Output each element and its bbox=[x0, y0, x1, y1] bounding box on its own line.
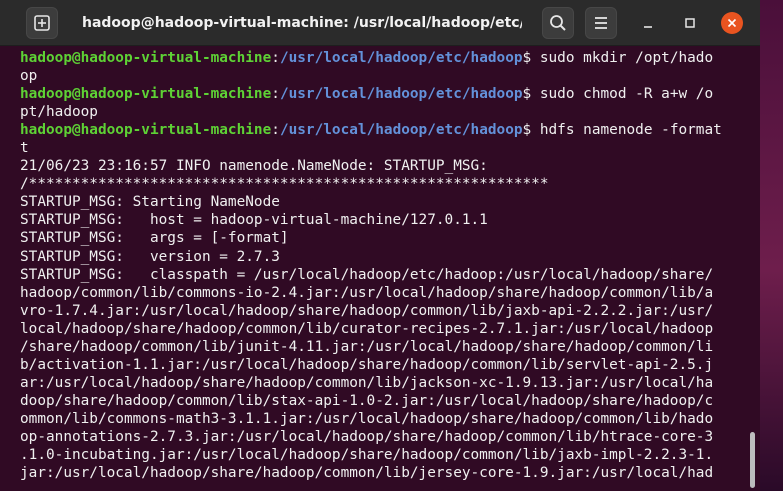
output-text: STARTUP_MSG: Starting NameNode bbox=[20, 194, 280, 211]
scrollbar-thumb[interactable] bbox=[750, 432, 755, 488]
prompt-line: hadoop@hadoop-virtual-machine:/usr/local… bbox=[20, 85, 752, 103]
prompt-user: hadoop@hadoop-virtual-machine bbox=[20, 86, 272, 103]
window-title: hadoop@hadoop-virtual-machine: /usr/loca… bbox=[82, 15, 522, 31]
output-line: ommon/lib/commons-math3-3.1.1.jar:/usr/l… bbox=[20, 410, 752, 428]
output-line: pt/hadoop bbox=[20, 103, 752, 121]
prompt-line: hadoop@hadoop-virtual-machine:/usr/local… bbox=[20, 49, 752, 67]
prompt-user: hadoop@hadoop-virtual-machine bbox=[20, 122, 272, 139]
output-line: jar:/usr/local/hadoop/share/hadoop/commo… bbox=[20, 464, 752, 482]
desktop-wallpaper bbox=[760, 0, 783, 491]
output-line: .1.0-incubating.jar:/usr/local/hadoop/sh… bbox=[20, 446, 752, 464]
search-button[interactable] bbox=[542, 7, 574, 39]
output-text: op bbox=[20, 68, 38, 85]
output-line: STARTUP_MSG: version = 2.7.3 bbox=[20, 248, 752, 266]
output-line: hadoop/common/lib/commons-io-2.4.jar:/us… bbox=[20, 284, 752, 302]
hamburger-menu-icon bbox=[595, 17, 607, 29]
output-line: local/hadoop/share/hadoop/common/lib/cur… bbox=[20, 320, 752, 338]
output-text: jar:/usr/local/hadoop/share/hadoop/commo… bbox=[20, 465, 714, 482]
output-text: pt/hadoop bbox=[20, 104, 98, 121]
prompt-path: /usr/local/hadoop/etc/hadoop bbox=[279, 50, 523, 66]
prompt-user: hadoop@hadoop-virtual-machine bbox=[20, 50, 272, 66]
output-text: STARTUP_MSG: args = [-format] bbox=[20, 230, 289, 247]
output-line: STARTUP_MSG: host = hadoop-virtual-machi… bbox=[20, 211, 752, 229]
title-bar[interactable]: hadoop@hadoop-virtual-machine: /usr/loca… bbox=[0, 0, 760, 46]
prompt-line: hadoop@hadoop-virtual-machine:/usr/local… bbox=[20, 121, 752, 139]
output-line: vro-1.7.4.jar:/usr/local/hadoop/share/ha… bbox=[20, 302, 752, 320]
terminal-output[interactable]: hadoop@hadoop-virtual-machine:/usr/local… bbox=[0, 46, 752, 491]
output-text: 21/06/23 23:16:57 INFO namenode.NameNode… bbox=[20, 158, 488, 175]
close-button[interactable] bbox=[721, 12, 743, 34]
maximize-button[interactable] bbox=[680, 13, 700, 33]
output-line: ar:/usr/local/hadoop/share/hadoop/common… bbox=[20, 374, 752, 392]
output-line: STARTUP_MSG: classpath = /usr/local/hado… bbox=[20, 266, 752, 284]
minimize-icon bbox=[644, 26, 652, 28]
output-text: .1.0-incubating.jar:/usr/local/hadoop/sh… bbox=[20, 447, 714, 464]
prompt-path: /usr/local/hadoop/etc/hadoop bbox=[279, 86, 523, 103]
output-text: STARTUP_MSG: classpath = /usr/local/hado… bbox=[20, 266, 714, 283]
prompt-separator: : bbox=[271, 86, 280, 103]
new-tab-button[interactable] bbox=[26, 7, 58, 39]
prompt-separator: : bbox=[271, 122, 280, 139]
output-text: /share/hadoop/common/lib/junit-4.11.jar:… bbox=[20, 338, 714, 355]
new-tab-icon bbox=[34, 15, 50, 31]
output-text: local/hadoop/share/hadoop/common/lib/cur… bbox=[20, 320, 714, 337]
menu-button[interactable] bbox=[585, 7, 617, 39]
search-icon bbox=[550, 15, 566, 31]
output-text: doop/share/hadoop/common/lib/stax-api-1.… bbox=[20, 392, 714, 409]
output-text: STARTUP_MSG: host = hadoop-virtual-machi… bbox=[20, 212, 488, 229]
command-text: $ hdfs namenode -format bbox=[522, 122, 722, 139]
command-text: $ sudo mkdir /opt/hado bbox=[522, 50, 714, 66]
output-text: /***************************************… bbox=[20, 176, 549, 193]
output-line: op-annotations-2.7.3.jar:/usr/local/hado… bbox=[20, 428, 752, 446]
close-icon bbox=[727, 18, 737, 28]
output-text: ar:/usr/local/hadoop/share/hadoop/common… bbox=[20, 374, 714, 391]
output-text: t bbox=[20, 140, 29, 157]
output-text: vro-1.7.4.jar:/usr/local/hadoop/share/ha… bbox=[20, 302, 714, 319]
output-text: hadoop/common/lib/commons-io-2.4.jar:/us… bbox=[20, 284, 714, 301]
output-text: op-annotations-2.7.3.jar:/usr/local/hado… bbox=[20, 428, 714, 445]
output-line: b/activation-1.1.jar:/usr/local/hadoop/s… bbox=[20, 356, 752, 374]
output-line: t bbox=[20, 139, 752, 157]
prompt-separator: : bbox=[271, 50, 280, 66]
output-line: /share/hadoop/common/lib/junit-4.11.jar:… bbox=[20, 338, 752, 356]
output-line: doop/share/hadoop/common/lib/stax-api-1.… bbox=[20, 392, 752, 410]
output-text: STARTUP_MSG: version = 2.7.3 bbox=[20, 248, 280, 265]
output-text: b/activation-1.1.jar:/usr/local/hadoop/s… bbox=[20, 356, 714, 373]
output-line: STARTUP_MSG: args = [-format] bbox=[20, 229, 752, 247]
maximize-icon bbox=[685, 18, 695, 28]
minimize-button[interactable] bbox=[638, 13, 658, 33]
output-text: ommon/lib/commons-math3-3.1.1.jar:/usr/l… bbox=[20, 410, 714, 427]
output-line: STARTUP_MSG: Starting NameNode bbox=[20, 193, 752, 211]
output-line: /***************************************… bbox=[20, 175, 752, 193]
prompt-path: /usr/local/hadoop/etc/hadoop bbox=[279, 122, 523, 139]
terminal-window: hadoop@hadoop-virtual-machine: /usr/loca… bbox=[0, 0, 760, 491]
output-line: 21/06/23 23:16:57 INFO namenode.NameNode… bbox=[20, 157, 752, 175]
output-line: op bbox=[20, 67, 752, 85]
command-text: $ sudo chmod -R a+w /o bbox=[522, 86, 714, 103]
